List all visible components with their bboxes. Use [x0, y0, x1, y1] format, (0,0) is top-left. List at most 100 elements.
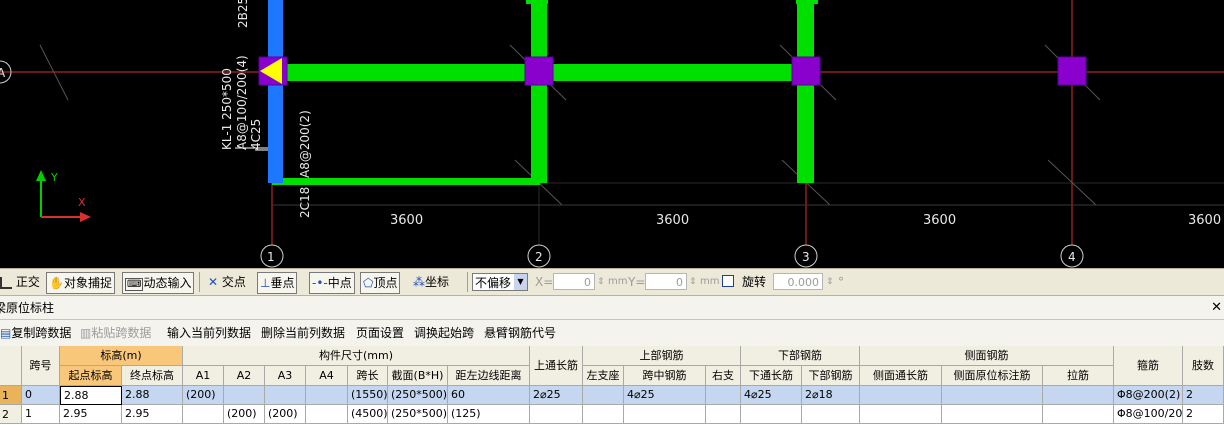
table-cell-span-no[interactable]: 1: [22, 405, 60, 424]
cantilever-rebar-button[interactable]: 悬臂钢筋代号: [484, 320, 556, 346]
table-cell-tie[interactable]: [1043, 405, 1114, 424]
row-header[interactable]: 1: [0, 386, 22, 405]
table-cell-side-annot[interactable]: [942, 405, 1043, 424]
table-cell-span-len[interactable]: (1550): [348, 386, 388, 405]
table-cell-right-support[interactable]: [706, 405, 741, 424]
column-header-mid-span[interactable]: 跨中钢筋: [624, 366, 706, 386]
object-snap-button[interactable]: ✋对象捕捉: [46, 272, 115, 294]
table-cell-mid-span[interactable]: [624, 405, 706, 424]
column-header-left-dist[interactable]: 距左边线距离: [448, 366, 530, 386]
chevron-down-icon: ▼: [514, 274, 527, 290]
table-cell-legs[interactable]: 2: [1183, 386, 1224, 405]
midpoint-snap[interactable]: -•-中点: [309, 272, 355, 294]
table-cell-span-len[interactable]: (4500): [348, 405, 388, 424]
column-header-left-support[interactable]: 左支座: [583, 366, 624, 386]
table-cell-a1[interactable]: (200): [183, 386, 224, 405]
input-column-button[interactable]: 输入当前列数据: [167, 320, 251, 346]
paste-span-button[interactable]: ▥粘贴跨数据: [80, 320, 151, 346]
delete-column-button[interactable]: 删除当前列数据: [261, 320, 345, 346]
table-cell-a1[interactable]: [183, 405, 224, 424]
vertex-snap[interactable]: ⬠顶点: [360, 272, 401, 294]
ortho-button[interactable]: 正交: [0, 272, 40, 292]
bottom-bar-label: 2C18: [298, 187, 312, 218]
copy-span-button[interactable]: ▤复制跨数据: [0, 320, 71, 346]
table-cell-start-elev[interactable]: 2.88: [60, 386, 122, 405]
swap-start-span-button[interactable]: 调换起始跨: [414, 320, 474, 346]
table-cell-bot-rebar[interactable]: 2⌀18: [802, 386, 860, 405]
offset-select[interactable]: 不偏移 ▼: [472, 273, 528, 291]
column-header-start-elev[interactable]: 起点标高: [60, 366, 122, 386]
paste-span-label: 粘贴跨数据: [91, 326, 152, 340]
y-unit: mm: [700, 276, 720, 287]
y-coord-input[interactable]: 0: [645, 273, 687, 290]
table-cell-a4[interactable]: [306, 386, 348, 405]
table-cell-bot-through[interactable]: [741, 405, 802, 424]
coordinate-snap[interactable]: ⁂坐标: [413, 272, 449, 292]
table-cell-a4[interactable]: [306, 405, 348, 424]
column-header-a3[interactable]: A3: [265, 366, 306, 386]
rotate-input[interactable]: 0.000: [773, 273, 823, 290]
table-cell-side-through[interactable]: [860, 405, 942, 424]
table-cell-start-elev[interactable]: 2.95: [60, 405, 122, 424]
x-coord-input[interactable]: 0: [553, 273, 595, 290]
column-header-a4[interactable]: A4: [306, 366, 348, 386]
span-dim-1: 3600: [390, 213, 423, 228]
table-cell-side-through[interactable]: [860, 386, 942, 405]
column-header-side-annot[interactable]: 侧面原位标注筋: [942, 366, 1043, 386]
rotate-checkbox[interactable]: [722, 275, 734, 287]
table-cell-left-dist[interactable]: 60: [448, 386, 530, 405]
coordinate-icon: ⁂: [413, 275, 425, 289]
table-cell-stirrup[interactable]: Φ8@100/20: [1114, 405, 1183, 424]
table-cell-bot-rebar[interactable]: [802, 405, 860, 424]
table-cell-tie[interactable]: [1043, 386, 1114, 405]
table-cell-left-support[interactable]: [583, 405, 624, 424]
table-cell-top-through[interactable]: [530, 405, 583, 424]
column-header-span-no[interactable]: 跨号: [22, 346, 60, 386]
rotate-stepper-icon[interactable]: ⇕: [826, 272, 834, 292]
column-header-bot-rebar[interactable]: 下部钢筋: [802, 366, 860, 386]
column-header-a1[interactable]: A1: [183, 366, 224, 386]
column-header-top-through[interactable]: 上通长筋: [530, 346, 583, 386]
table-cell-end-elev[interactable]: 2.95: [122, 405, 183, 424]
axis-label-2: 2: [535, 250, 543, 264]
column-header-end-elev[interactable]: 终点标高: [122, 366, 183, 386]
table-cell-legs[interactable]: 2: [1183, 405, 1224, 424]
column-header-span-len[interactable]: 跨长: [348, 366, 388, 386]
table-cell-right-support[interactable]: [706, 386, 741, 405]
perpendicular-icon: ⊥: [260, 276, 271, 290]
y-stepper-icon[interactable]: ⇕: [689, 272, 697, 292]
table-cell-a2[interactable]: (200): [224, 405, 265, 424]
page-setup-button[interactable]: 页面设置: [356, 320, 404, 346]
close-icon[interactable]: ✕: [1211, 296, 1222, 320]
column-header-tie[interactable]: 拉筋: [1043, 366, 1114, 386]
table-cell-section[interactable]: (250*500): [388, 386, 448, 405]
column-header-stirrup[interactable]: 箍筋: [1114, 346, 1183, 386]
table-cell-side-annot[interactable]: [942, 386, 1043, 405]
x-stepper-icon[interactable]: ⇕: [597, 272, 605, 292]
column-header-bot-through[interactable]: 下通长筋: [741, 366, 802, 386]
table-cell-left-support[interactable]: [583, 386, 624, 405]
table-cell-end-elev[interactable]: 2.88: [122, 386, 183, 405]
column-header-right-support[interactable]: 右支: [706, 366, 741, 386]
table-cell-span-no[interactable]: 0: [22, 386, 60, 405]
table-cell-bot-through[interactable]: 4⌀25: [741, 386, 802, 405]
table-cell-a3[interactable]: [265, 386, 306, 405]
dynamic-input-button[interactable]: ⌨ 动态输入: [122, 272, 195, 294]
table-cell-a2[interactable]: [224, 386, 265, 405]
beam-stirrup-label: A8@100/200(4): [235, 55, 249, 150]
column-header-a2[interactable]: A2: [224, 366, 265, 386]
table-cell-mid-span[interactable]: 4⌀25: [624, 386, 706, 405]
table-cell-a3[interactable]: (200): [265, 405, 306, 424]
drawing-canvas[interactable]: 1 2 3 4 A 3600 3600 3600 3600 KL-1 250*5…: [0, 0, 1224, 268]
cad-drawing[interactable]: 1 2 3 4 A 3600 3600 3600 3600 KL-1 250*5…: [0, 0, 1224, 268]
table-cell-section[interactable]: (250*500): [388, 405, 448, 424]
intersection-snap[interactable]: ✕ 交点: [208, 272, 246, 292]
table-cell-top-through[interactable]: 2⌀25: [530, 386, 583, 405]
column-header-legs[interactable]: 肢数: [1183, 346, 1224, 386]
row-header[interactable]: 2: [0, 405, 22, 424]
perpendicular-snap[interactable]: ⊥垂点: [257, 272, 298, 294]
table-cell-left-dist[interactable]: (125): [448, 405, 530, 424]
column-header-section[interactable]: 截面(B*H): [388, 366, 448, 386]
column-header-side-through[interactable]: 侧面通长筋: [860, 366, 942, 386]
table-cell-stirrup[interactable]: Φ8@200(2): [1114, 386, 1183, 405]
